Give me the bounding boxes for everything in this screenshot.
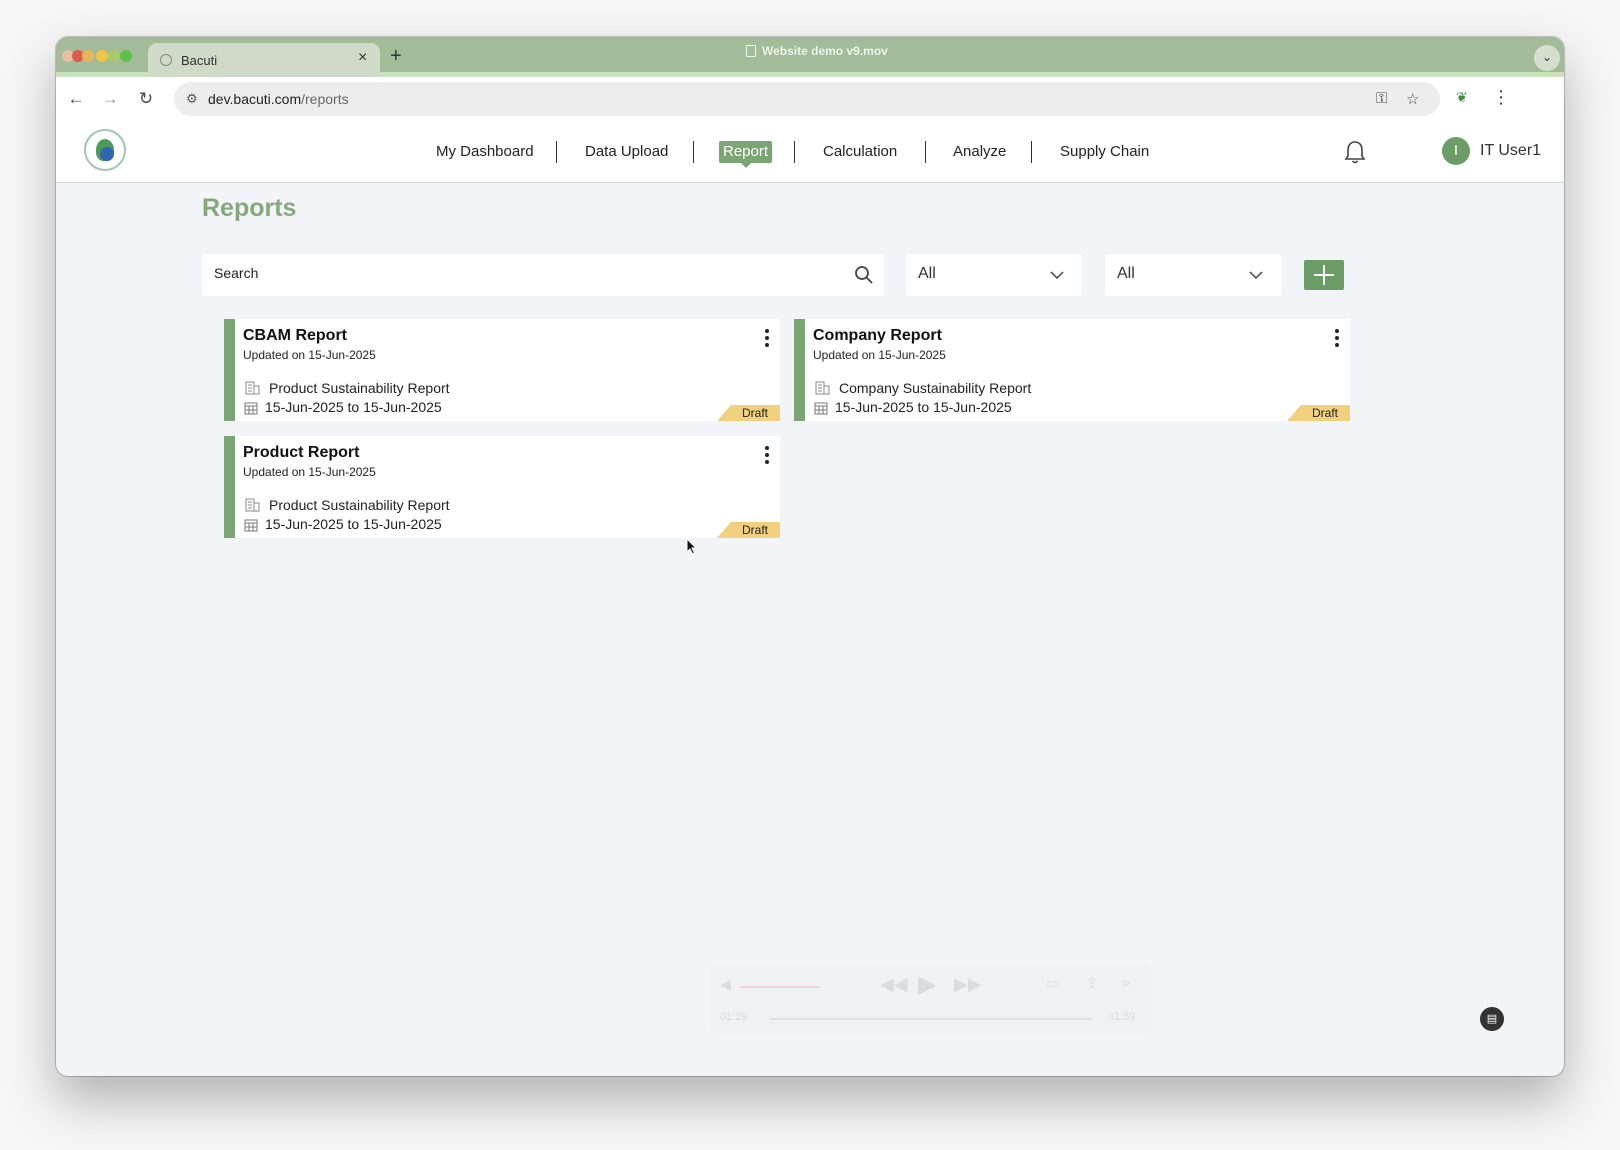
- status-badge: Draft: [1287, 405, 1350, 421]
- mouse-cursor-icon: [686, 538, 698, 555]
- zoom-window-button[interactable]: [120, 50, 132, 62]
- browser-toolbar: ← → ↻ ⚙ dev.bacuti.com/reports ⚿ ☆ ❦ ⋮: [56, 77, 1564, 121]
- filter-select-2[interactable]: All: [1105, 254, 1281, 296]
- search-icon[interactable]: [854, 265, 874, 285]
- notification-bell-icon[interactable]: [1343, 139, 1367, 165]
- play-icon[interactable]: ▶: [918, 970, 936, 999]
- calendar-icon: [244, 519, 258, 532]
- nav-separator: [693, 141, 694, 163]
- rewind-icon[interactable]: ◀◀: [880, 974, 908, 995]
- building-icon: [245, 498, 260, 512]
- nav-report[interactable]: Report: [719, 141, 773, 168]
- card-updated: Updated on 15-Jun-2025: [243, 348, 376, 362]
- browser-tab[interactable]: Bacuti ×: [148, 43, 380, 77]
- nav-analyze[interactable]: Analyze: [953, 141, 1006, 163]
- card-title[interactable]: CBAM Report: [243, 327, 347, 345]
- card-date-range: 15-Jun-2025 to 15-Jun-2025: [265, 399, 442, 415]
- chevron-down-icon: [1249, 271, 1263, 280]
- nav-data-upload[interactable]: Data Upload: [585, 141, 668, 163]
- add-report-button[interactable]: [1304, 260, 1344, 290]
- minimize-window-button[interactable]: [96, 50, 108, 62]
- bookmark-star-icon[interactable]: ☆: [1406, 90, 1419, 108]
- card-date-range: 15-Jun-2025 to 15-Jun-2025: [835, 399, 1012, 415]
- card-updated: Updated on 15-Jun-2025: [243, 465, 376, 479]
- caption-icon[interactable]: ▤: [1480, 1007, 1504, 1031]
- calendar-icon: [814, 402, 828, 415]
- card-title[interactable]: Product Report: [243, 444, 359, 462]
- forward-arrow-icon[interactable]: →: [98, 87, 122, 111]
- card-menu-icon[interactable]: [761, 446, 773, 466]
- card-title[interactable]: Company Report: [813, 327, 942, 345]
- filter-select-1[interactable]: All: [906, 254, 1082, 296]
- card-report-type: Product Sustainability Report: [269, 497, 450, 513]
- user-name[interactable]: IT User1: [1480, 142, 1541, 160]
- favicon-icon: [160, 54, 172, 66]
- traffic-lights: [62, 48, 152, 64]
- nav-supply-chain[interactable]: Supply Chain: [1060, 141, 1149, 163]
- url-host: dev.bacuti.com: [208, 91, 302, 107]
- bacuti-logo[interactable]: [84, 129, 126, 171]
- extension-icon[interactable]: ❦: [1456, 89, 1468, 106]
- zoom-window-icon[interactable]: [108, 50, 120, 62]
- card-date-range: 15-Jun-2025 to 15-Jun-2025: [265, 516, 442, 532]
- nav-my-dashboard[interactable]: My Dashboard: [436, 141, 534, 163]
- nav-separator: [794, 141, 795, 163]
- search-box: [202, 254, 884, 296]
- app-header: My Dashboard Data Upload Report Calculat…: [56, 121, 1564, 183]
- elapsed-time: 01:29: [720, 1011, 748, 1023]
- more-controls-icon[interactable]: »: [1122, 974, 1130, 991]
- report-card-product[interactable]: Product Report Updated on 15-Jun-2025 Pr…: [224, 436, 780, 538]
- user-avatar[interactable]: I: [1442, 137, 1470, 165]
- progress-bar[interactable]: [770, 1018, 1092, 1020]
- video-player-controls: ◀ ◀◀ ▶ ▶▶ ▭ ⇪ » 01:29 01:59: [710, 964, 1152, 1034]
- address-bar[interactable]: ⚙ dev.bacuti.com/reports ⚿ ☆: [174, 82, 1440, 116]
- card-report-type: Product Sustainability Report: [269, 380, 450, 396]
- volume-slider[interactable]: [740, 986, 820, 988]
- video-title-text: Website demo v9.mov: [762, 44, 888, 58]
- report-card-cbam[interactable]: CBAM Report Updated on 15-Jun-2025 Produ…: [224, 319, 780, 421]
- page-title: Reports: [202, 194, 297, 222]
- share-icon[interactable]: ⇪: [1086, 974, 1099, 992]
- nav-separator: [1031, 141, 1032, 163]
- reload-icon[interactable]: ↻: [134, 87, 158, 111]
- title-bar: Bacuti × + Website demo v9.mov ⌄: [56, 37, 1564, 78]
- card-menu-icon[interactable]: [1331, 329, 1343, 349]
- card-updated: Updated on 15-Jun-2025: [813, 348, 946, 362]
- video-title: Website demo v9.mov: [746, 44, 888, 58]
- status-badge: Draft: [717, 405, 780, 421]
- pip-icon[interactable]: ▭: [1046, 974, 1060, 992]
- nav-calculation[interactable]: Calculation: [823, 141, 897, 163]
- calendar-icon: [244, 402, 258, 415]
- url-text[interactable]: dev.bacuti.com/reports: [208, 91, 349, 107]
- browser-menu-icon[interactable]: ⋮: [1492, 87, 1510, 108]
- card-menu-icon[interactable]: [761, 329, 773, 349]
- back-arrow-icon[interactable]: ←: [64, 87, 88, 111]
- minimize-window-icon[interactable]: [82, 50, 94, 62]
- status-badge: Draft: [717, 522, 780, 538]
- chevron-down-icon: [1050, 271, 1064, 280]
- report-card-company[interactable]: Company Report Updated on 15-Jun-2025 Co…: [794, 319, 1350, 421]
- url-path: /reports: [301, 91, 349, 107]
- fast-forward-icon[interactable]: ▶▶: [954, 974, 982, 995]
- nav-separator: [556, 141, 557, 163]
- tab-title: Bacuti: [181, 53, 218, 68]
- document-icon: [746, 45, 756, 57]
- tab-close-icon[interactable]: ×: [358, 49, 367, 67]
- key-icon[interactable]: ⚿: [1376, 90, 1387, 107]
- nav-separator: [925, 141, 926, 163]
- remaining-time: 01:59: [1108, 1011, 1136, 1023]
- building-icon: [245, 381, 260, 395]
- card-report-type: Company Sustainability Report: [839, 380, 1032, 396]
- browser-window: Bacuti × + Website demo v9.mov ⌄ ← → ↻ ⚙…: [56, 37, 1564, 1076]
- site-settings-icon[interactable]: ⚙: [186, 91, 198, 107]
- volume-icon[interactable]: ◀: [720, 976, 731, 993]
- search-input[interactable]: [214, 265, 834, 281]
- tab-search-chevron-icon[interactable]: ⌄: [1534, 45, 1560, 71]
- new-tab-icon[interactable]: +: [390, 45, 402, 68]
- filter-select-1-value: All: [918, 265, 936, 282]
- filter-select-2-value: All: [1117, 265, 1135, 282]
- building-icon: [815, 381, 830, 395]
- logo-drop-icon: [100, 147, 114, 161]
